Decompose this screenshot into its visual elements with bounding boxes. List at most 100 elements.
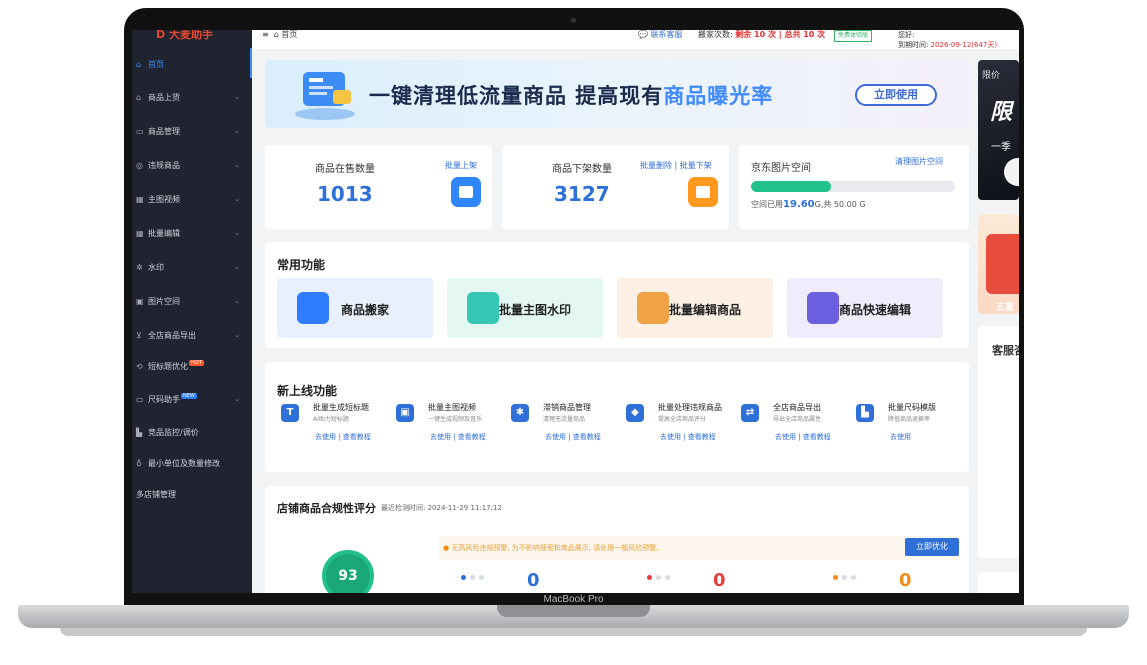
user-label: 您好: (898, 31, 915, 39)
chevron-down-icon: ⌄ (234, 331, 240, 339)
promo-line-text: 一季 (991, 142, 1011, 153)
new-feature-desc: AI助力短标题 (313, 416, 349, 423)
unit-icon: ♁ (136, 458, 142, 468)
storage-used-value: 19.60 (783, 199, 815, 210)
sidebar-item-label: 尺码助手 (148, 394, 180, 404)
sidebar-badge: HOT (189, 360, 204, 366)
sidebar-item-8[interactable]: ⊻ 全店商品导出 ⌄ (132, 325, 252, 345)
sidebar-item-label: 图片空间 (148, 296, 180, 306)
banner-text-highlight: 商品曝光率 (663, 84, 774, 108)
new-feature-desc: 提高全店商品评分 (658, 416, 707, 423)
new-feature-4: ⇄ 全店商品导出 导出全店商品属性 去使用 | 查看教程 (741, 402, 856, 450)
home-icon: ⌂ (136, 59, 142, 69)
storage-usage: 空间已用19.60G,共 50.00 G (751, 199, 866, 210)
sidebar-item-7[interactable]: ▣ 图片空间 ⌄ (132, 291, 252, 311)
chevron-down-icon: ⌄ (234, 127, 240, 135)
risk-count: 0 (527, 570, 540, 591)
sidebar-item-12[interactable]: ♁ 最小单位及数量修改 (132, 453, 252, 473)
sidebar-item-label: 竞品监控/调价 (148, 427, 199, 437)
new-features-title: 新上线功能 (277, 384, 338, 398)
puzzle-icon: ✱ (511, 404, 529, 422)
side-promo-ad[interactable]: 限价 限 一季 (978, 60, 1019, 200)
on-sale-title: 商品在售数量 (315, 164, 375, 175)
sidebar-item-13[interactable]: 多店铺管理 (132, 484, 252, 504)
top-bar: ≡ ⌂ 首页 💬 联系客服 搬家次数: 剩余 10 次 | 总共 10 次 免费… (252, 30, 1019, 49)
home-crumb-icon: ⌂ (271, 30, 282, 39)
sidebar-item-3[interactable]: ◎ 违规商品 ⌄ (132, 155, 252, 175)
new-feature-desc: 导出全店商品属性 (773, 416, 822, 423)
video-edit-icon: ▣ (396, 404, 414, 422)
image-space-card: 京东图片空间 清理图片空间 空间已用19.60G,共 50.00 G (739, 145, 969, 229)
new-feature-links[interactable]: 去使用 | 查看教程 (430, 432, 486, 442)
sidebar-item-label: 短标题优化 (148, 361, 188, 371)
sidebar-item-1[interactable]: ⌂ 商品上货 ⌄ (132, 87, 252, 107)
sidebar-item-10[interactable]: ▭ 尺码助手 NEW ⌄ (132, 389, 252, 409)
function-tile-1[interactable]: 批量主图水印 (447, 278, 603, 338)
chevron-down-icon: ⌄ (234, 93, 240, 101)
quota-total: 总共 10 次 (784, 30, 826, 39)
new-feature-links[interactable]: 去使用 | 查看教程 (315, 432, 371, 442)
image-space-title: 京东图片空间 (751, 163, 811, 174)
briefcase-icon (297, 292, 329, 324)
laptop-notch (497, 605, 650, 617)
upload-box-icon[interactable] (451, 177, 481, 207)
sidebar-item-6[interactable]: ✲ 水印 ⌄ (132, 257, 252, 277)
compliance-panel: 店铺商品合规性评分 最近检测时间: 2024-11-29 11:17:12 ● … (265, 486, 969, 593)
sidebar-item-4[interactable]: ▦ 主图视频 ⌄ (132, 189, 252, 209)
breadcrumb-home[interactable]: 首页 (281, 30, 297, 39)
batch-list-link[interactable]: 批量上架 (445, 160, 477, 171)
banner-headline: 一键清理低流量商品 提高现有商品曝光率 (369, 80, 773, 110)
sidebar-item-9[interactable]: ⟲ 短标题优化 HOT (132, 356, 252, 376)
use-now-button[interactable]: 立即使用 (855, 84, 937, 106)
download-box-icon[interactable] (688, 177, 718, 207)
logo-mark-icon: D (156, 30, 169, 41)
off-sale-title: 商品下架数量 (552, 164, 612, 175)
new-feature-links[interactable]: 去使用 | 查看教程 (545, 432, 601, 442)
watermark-icon: ✲ (136, 262, 143, 272)
function-tile-2[interactable]: 批量编辑商品 (617, 278, 773, 338)
sidebar-item-11[interactable]: ▙ 竞品监控/调价 (132, 422, 252, 442)
risk-dots-icon (459, 566, 489, 588)
on-sale-card: 商品在售数量 1013 批量上架 (265, 145, 492, 229)
new-feature-links[interactable]: 去使用 | 查看教程 (660, 432, 716, 442)
new-feature-title: 滞销商品管理 (543, 403, 591, 412)
new-feature-links[interactable]: 去使用 | 查看教程 (775, 432, 831, 442)
expire-label: 到期时间: (898, 41, 929, 49)
account-info: 您好: 到期时间: 2026-09-12(647天) (898, 30, 997, 50)
menu-toggle-icon[interactable]: ≡ (262, 30, 269, 39)
new-feature-3: ◆ 批量处理违规商品 提高全店商品评分 去使用 | 查看教程 (626, 402, 741, 450)
on-sale-value: 1013 (317, 182, 373, 206)
function-tile-label: 批量主图水印 (498, 303, 572, 317)
clean-image-space-link[interactable]: 清理图片空间 (895, 156, 943, 167)
title-icon: ⟲ (136, 361, 143, 371)
trial-badge[interactable]: 免费体验版 (834, 30, 873, 42)
contact-support-link[interactable]: 💬 联系客服 (638, 30, 683, 40)
risk-count: 0 (713, 570, 726, 591)
sidebar-item-0[interactable]: ⌂ 首页 (132, 54, 252, 74)
sidebar-item-label: 违规商品 (148, 160, 180, 170)
chevron-down-icon: ⌄ (234, 161, 240, 169)
image-icon: ▣ (136, 296, 144, 306)
function-tile-3[interactable]: 商品快速编辑 (787, 278, 943, 338)
quota-label: 搬家次数: (698, 30, 733, 39)
sidebar-item-2[interactable]: ▭ 商品管理 ⌄ (132, 121, 252, 141)
new-feature-title: 批量主图视频 (428, 403, 476, 412)
risk-dots-icon (831, 566, 861, 588)
function-tile-0[interactable]: 商品搬家 (277, 278, 433, 338)
new-feature-links[interactable]: 去使用 (890, 432, 911, 442)
function-tile-label: 商品快速编辑 (838, 303, 912, 317)
image-stack-icon (467, 292, 499, 324)
warning-icon: ◎ (136, 160, 143, 170)
contact-label: 联系客服 (650, 30, 683, 39)
sidebar-item-5[interactable]: ▦ 批量编辑 ⌄ (132, 223, 252, 243)
app-logo: D 大麦助手 (132, 30, 252, 42)
optimize-now-button[interactable]: 立即优化 (905, 538, 959, 556)
batch-delete-delist-link[interactable]: 批量删除 | 批量下架 (640, 160, 712, 171)
logo-text: 大麦助手 (168, 30, 213, 41)
side-promo-gift[interactable]: 五星 (978, 214, 1019, 314)
new-feature-desc: 清理无流量商品 (543, 416, 586, 423)
quota-remaining: 剩余 10 次 (735, 30, 776, 39)
promo-banner[interactable]: 一键清理低流量商品 提高现有商品曝光率 立即使用 (265, 60, 969, 128)
warning-text: 无高风险违规预警, 为不影响搜索和商品展示, 请处理一般风险预警。 (451, 544, 664, 552)
breadcrumb: ≡ ⌂ 首页 (262, 30, 297, 40)
